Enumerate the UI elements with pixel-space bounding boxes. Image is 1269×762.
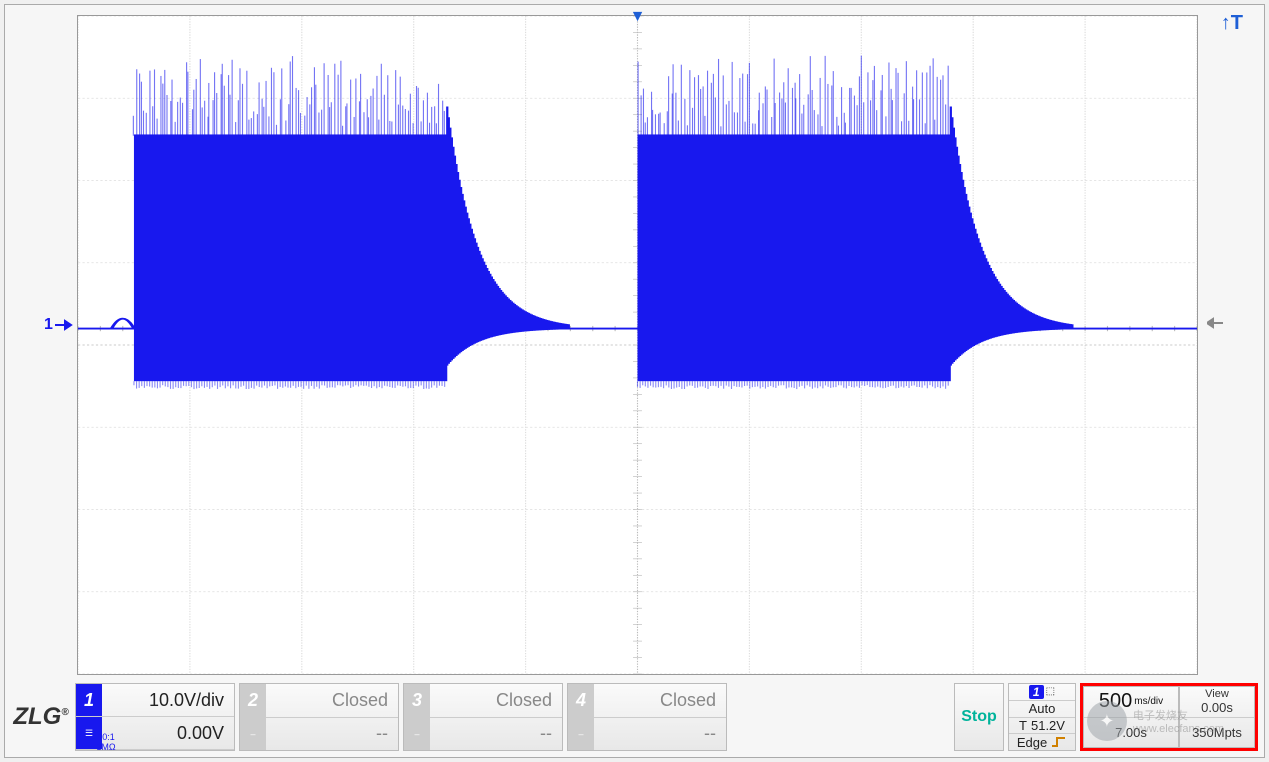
run-stop-button[interactable]: Stop — [954, 683, 1004, 751]
waveform-trace — [78, 16, 1197, 674]
channel-4-badge: 4 — [568, 684, 594, 717]
rising-edge-icon — [1051, 736, 1067, 748]
channel-2-panel[interactable]: 2 Closed – -- — [239, 683, 399, 751]
status-bar: ZLG® 1 10.0V/div ☰ 0.00V 10:11MΩ 2 Close… — [11, 683, 1258, 751]
brand-logo: ZLG® — [11, 683, 71, 751]
waveform-display[interactable]: ▼ ↑T 1 — [77, 15, 1198, 675]
channel-2-badge: 2 — [240, 684, 266, 717]
trigger-level[interactable]: T 51.2V — [1009, 718, 1075, 735]
logo-text: ZLG — [13, 703, 61, 730]
trigger-source-badge: 1 — [1029, 685, 1044, 699]
view-label: View — [1205, 688, 1229, 700]
channel-3-sub-icon: – — [404, 718, 430, 751]
trigger-type[interactable]: Edge — [1009, 734, 1075, 750]
oscilloscope-window: ▼ ↑T 1 ZLG® 1 10.0V/div ☰ 0.00V — [4, 4, 1265, 758]
trigger-info-panel[interactable]: 1 ⬚ Auto T 51.2V Edge — [1008, 683, 1076, 751]
channel-1-ground-marker[interactable]: 1 — [44, 316, 73, 334]
trigger-offscreen-indicator: ↑T — [1221, 12, 1243, 35]
channel-1-probe-impedance: 10:11MΩ — [76, 732, 136, 752]
channel-1-badge: 1 — [76, 684, 102, 716]
channel-3-badge: 3 — [404, 684, 430, 717]
channel-3-panel[interactable]: 3 Closed – -- — [403, 683, 563, 751]
sample-depth[interactable]: 350Mpts — [1180, 718, 1254, 748]
acquisition-cluster: Stop 1 ⬚ Auto T 51.2V Edge — [954, 683, 1258, 751]
channel-marker-label: 1 — [44, 316, 53, 334]
timebase-panel[interactable]: 500 ms/div 7.00s — [1083, 686, 1179, 748]
channel-4-panel[interactable]: 4 Closed – -- — [567, 683, 727, 751]
trigger-level-marker[interactable] — [1207, 316, 1223, 333]
timebase-highlight: 500 ms/div 7.00s View 0.00s 350Mpts — [1080, 683, 1258, 751]
trigger-mode-row[interactable]: 1 ⬚ — [1009, 684, 1075, 701]
view-value: 0.00s — [1201, 700, 1233, 715]
channel-3-state: Closed — [430, 690, 562, 711]
channel-4-detail: -- — [594, 723, 726, 744]
channel-3-detail: -- — [430, 723, 562, 744]
timebase-value[interactable]: 500 ms/div — [1084, 687, 1178, 718]
channel-2-detail: -- — [266, 723, 398, 744]
view-panel[interactable]: View 0.00s 350Mpts — [1179, 686, 1255, 748]
record-length[interactable]: 7.00s — [1084, 718, 1178, 748]
ground-arrow-icon — [55, 318, 73, 332]
channel-4-sub-icon: – — [568, 718, 594, 751]
trigger-mode[interactable]: Auto — [1009, 701, 1075, 718]
logo-registered-icon: ® — [61, 707, 68, 718]
channel-2-sub-icon: – — [240, 718, 266, 751]
trigger-level-arrow-icon — [1207, 316, 1223, 330]
channel-4-state: Closed — [594, 690, 726, 711]
channel-1-panel[interactable]: 1 10.0V/div ☰ 0.00V 10:11MΩ — [75, 683, 235, 751]
channel-2-state: Closed — [266, 690, 398, 711]
channel-1-scale[interactable]: 10.0V/div — [102, 690, 234, 711]
trigger-position-marker[interactable]: ▼ — [630, 8, 646, 26]
